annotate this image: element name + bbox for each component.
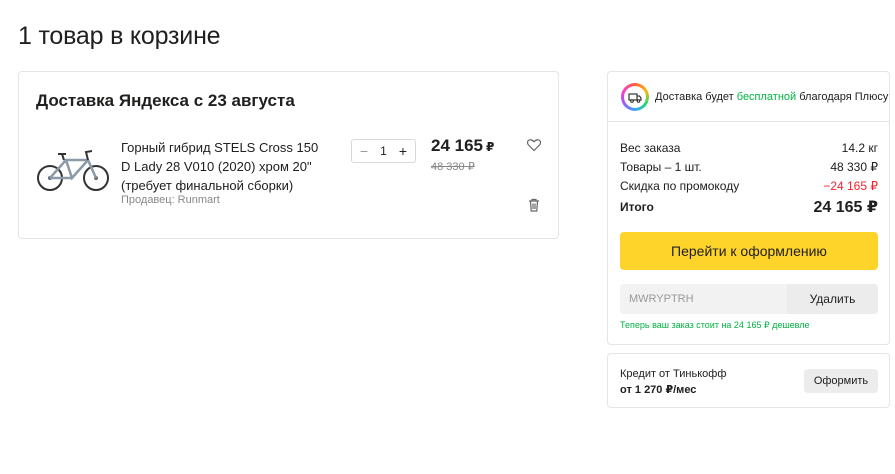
- old-price: 48 330 ₽: [431, 161, 475, 173]
- page-title: 1 товар в корзине: [18, 22, 221, 50]
- apply-credit-button[interactable]: Оформить: [804, 369, 878, 393]
- checkout-button[interactable]: Перейти к оформлению: [620, 232, 878, 270]
- summary-value: 14.2 кг: [841, 140, 878, 155]
- quantity-stepper: − 1 +: [351, 139, 416, 163]
- seller-name[interactable]: Продавец: Runmart: [121, 194, 220, 206]
- heart-icon[interactable]: [526, 137, 542, 153]
- price-block: 24 165 ₽ 48 330 ₽: [431, 136, 494, 173]
- summary-rows: Вес заказа 14.2 кг Товары – 1 шт. 48 330…: [620, 138, 878, 216]
- plus-delivery-banner: Доставка будет бесплатной благодаря Плюс…: [608, 72, 889, 122]
- credit-card: Кредит от Тинькофф от 1 270 ₽/мес Оформи…: [607, 353, 890, 408]
- current-price: 24 165 ₽: [431, 136, 495, 155]
- credit-title: Кредит от Тинькофф: [620, 368, 727, 380]
- weight-row: Вес заказа 14.2 кг: [620, 138, 878, 157]
- bicycle-image[interactable]: [36, 142, 110, 194]
- summary-label: Скидка по промокоду: [620, 178, 740, 193]
- product-title[interactable]: Горный гибрид STELS Cross 150 D Lady 28 …: [121, 138, 321, 195]
- discount-value: −24 165 ₽: [823, 178, 878, 193]
- decrease-quantity-button[interactable]: −: [358, 144, 370, 158]
- discount-row: Скидка по промокоду −24 165 ₽: [620, 176, 878, 195]
- remove-promo-button[interactable]: Удалить: [787, 284, 878, 314]
- order-summary-card: Доставка будет бесплатной благодаря Плюс…: [607, 71, 890, 345]
- promo-code-input[interactable]: [620, 284, 787, 314]
- total-value: 24 165 ₽: [813, 198, 878, 216]
- credit-monthly-payment: от 1 270 ₽/мес: [620, 384, 697, 396]
- plus-delivery-icon: [621, 82, 649, 111]
- plus-delivery-text: Доставка будет бесплатной благодаря Плюс…: [655, 90, 889, 103]
- items-row: Товары – 1 шт. 48 330 ₽: [620, 157, 878, 176]
- total-row: Итого 24 165 ₽: [620, 197, 878, 216]
- total-label: Итого: [620, 199, 654, 214]
- delivery-heading: Доставка Яндекса с 23 августа: [36, 91, 295, 110]
- quantity-value[interactable]: 1: [380, 144, 387, 158]
- increase-quantity-button[interactable]: +: [397, 144, 409, 158]
- trash-icon[interactable]: [526, 197, 542, 213]
- summary-label: Товары – 1 шт.: [620, 159, 702, 174]
- promo-note: Теперь ваш заказ стоит на 24 165 ₽ дешев…: [620, 320, 810, 330]
- summary-value: 48 330 ₽: [830, 159, 878, 174]
- summary-label: Вес заказа: [620, 140, 681, 155]
- cart-card: Доставка Яндекса с 23 августа Горный гиб…: [18, 71, 559, 239]
